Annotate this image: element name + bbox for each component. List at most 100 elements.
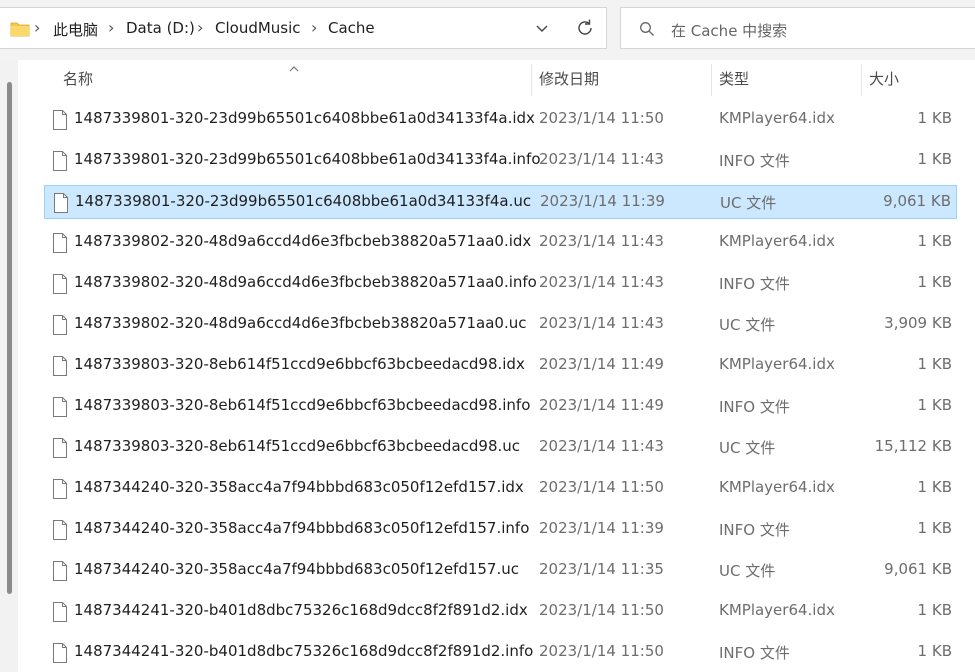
file-row[interactable]: 1487339801-320-23d99b65501c6408bbe61a0d3…: [44, 103, 957, 137]
file-name: 1487339801-320-23d99b65501c6408bbe61a0d3…: [75, 192, 532, 210]
column-header-type[interactable]: 类型: [719, 68, 749, 102]
file-modified: 2023/1/14 11:35: [539, 560, 664, 578]
column-header-size[interactable]: 大小: [869, 68, 899, 102]
file-name: 1487344240-320-358acc4a7f94bbbd683c050f1…: [74, 478, 524, 496]
file-row[interactable]: 1487344241-320-b401d8dbc75326c168d9dcc8f…: [44, 595, 957, 629]
file-name: 1487339803-320-8eb614f51ccd9e6bbcf63bcbe…: [74, 437, 521, 455]
chevron-right-icon[interactable]: ›: [108, 18, 114, 37]
file-icon: [52, 438, 68, 462]
file-icon: [52, 356, 68, 380]
file-icon: [52, 520, 68, 544]
file-row[interactable]: 1487344240-320-358acc4a7f94bbbd683c050f1…: [44, 513, 957, 547]
column-header-name[interactable]: 名称: [63, 68, 93, 102]
file-size: 1 KB: [917, 150, 952, 168]
file-row[interactable]: 1487339803-320-8eb614f51ccd9e6bbcf63bcbe…: [44, 349, 957, 383]
file-modified: 2023/1/14 11:43: [539, 437, 664, 455]
chevron-down-icon[interactable]: [534, 20, 550, 40]
file-modified: 2023/1/14 11:43: [539, 150, 664, 168]
file-size: 1 KB: [917, 396, 952, 414]
file-icon: [53, 193, 69, 217]
search-box[interactable]: 在 Cache 中搜索: [620, 7, 975, 49]
file-name: 1487339803-320-8eb614f51ccd9e6bbcf63bcbe…: [74, 396, 531, 414]
file-row[interactable]: 1487344241-320-b401d8dbc75326c168d9dcc8f…: [44, 636, 957, 670]
file-icon: [52, 643, 68, 667]
file-name: 1487344240-320-358acc4a7f94bbbd683c050f1…: [74, 519, 530, 537]
file-icon: [52, 110, 68, 134]
file-type: UC 文件: [720, 194, 777, 212]
file-size: 1 KB: [917, 642, 952, 660]
file-name: 1487339802-320-48d9a6ccd4d6e3fbcbeb38820…: [74, 232, 532, 250]
file-size: 9,061 KB: [883, 192, 951, 210]
file-modified: 2023/1/14 11:43: [539, 273, 664, 291]
chevron-right-icon[interactable]: ›: [197, 18, 203, 37]
file-type: KMPlayer64.idx: [719, 478, 835, 496]
file-type: UC 文件: [719, 439, 776, 457]
file-icon: [52, 602, 68, 626]
file-size: 1 KB: [917, 355, 952, 373]
file-size: 1 KB: [917, 232, 952, 250]
file-type: INFO 文件: [719, 398, 790, 416]
file-size: 1 KB: [917, 478, 952, 496]
chevron-right-icon[interactable]: ›: [311, 18, 317, 37]
file-row[interactable]: 1487339801-320-23d99b65501c6408bbe61a0d3…: [44, 144, 957, 178]
file-icon: [52, 233, 68, 257]
file-icon: [52, 151, 68, 175]
sort-ascending-icon: [288, 60, 300, 78]
file-type: INFO 文件: [719, 275, 790, 293]
file-name: 1487339802-320-48d9a6ccd4d6e3fbcbeb38820…: [74, 314, 527, 332]
file-size: 1 KB: [917, 273, 952, 291]
file-name: 1487344241-320-b401d8dbc75326c168d9dcc8f…: [74, 601, 528, 619]
file-row[interactable]: 1487339803-320-8eb614f51ccd9e6bbcf63bcbe…: [44, 390, 957, 424]
file-row[interactable]: 1487339802-320-48d9a6ccd4d6e3fbcbeb38820…: [44, 226, 957, 260]
column-header-modified[interactable]: 修改日期: [539, 68, 599, 102]
folder-icon: [10, 21, 30, 41]
file-row[interactable]: 1487339802-320-48d9a6ccd4d6e3fbcbeb38820…: [44, 267, 957, 301]
file-row[interactable]: 1487339802-320-48d9a6ccd4d6e3fbcbeb38820…: [44, 308, 957, 342]
search-icon: [639, 21, 655, 41]
file-list[interactable]: 名称 修改日期 类型 大小 1487339801-320-23d99b65501…: [0, 60, 975, 672]
refresh-icon[interactable]: [574, 17, 596, 43]
breadcrumb-this-pc[interactable]: 此电脑: [53, 19, 98, 40]
scrollbar-thumb[interactable]: [7, 82, 12, 594]
file-type: KMPlayer64.idx: [719, 601, 835, 619]
file-name: 1487344240-320-358acc4a7f94bbbd683c050f1…: [74, 560, 519, 578]
file-size: 1 KB: [917, 601, 952, 619]
breadcrumb-data-drive[interactable]: Data (D:): [126, 19, 195, 37]
column-divider[interactable]: [861, 64, 862, 96]
file-row[interactable]: 1487344240-320-358acc4a7f94bbbd683c050f1…: [44, 554, 957, 588]
file-modified: 2023/1/14 11:50: [539, 109, 664, 127]
file-modified: 2023/1/14 11:39: [539, 519, 664, 537]
file-size: 3,909 KB: [884, 314, 952, 332]
vertical-scrollbar[interactable]: [0, 60, 18, 672]
breadcrumb-cloudmusic[interactable]: CloudMusic: [215, 19, 301, 37]
file-size: 15,112 KB: [874, 437, 952, 455]
file-name: 1487339801-320-23d99b65501c6408bbe61a0d3…: [74, 150, 541, 168]
file-modified: 2023/1/14 11:43: [539, 232, 664, 250]
file-name: 1487339802-320-48d9a6ccd4d6e3fbcbeb38820…: [74, 273, 537, 291]
file-type: UC 文件: [719, 562, 776, 580]
file-icon: [52, 274, 68, 298]
file-type: INFO 文件: [719, 644, 790, 662]
file-modified: 2023/1/14 11:49: [539, 396, 664, 414]
file-type: INFO 文件: [719, 521, 790, 539]
file-row[interactable]: 1487339801-320-23d99b65501c6408bbe61a0d3…: [44, 185, 957, 219]
file-type: INFO 文件: [719, 152, 790, 170]
file-name: 1487339803-320-8eb614f51ccd9e6bbcf63bcbe…: [74, 355, 525, 373]
file-size: 9,061 KB: [884, 560, 952, 578]
column-divider[interactable]: [531, 64, 532, 96]
chevron-right-icon[interactable]: ›: [34, 18, 40, 37]
file-row[interactable]: 1487344240-320-358acc4a7f94bbbd683c050f1…: [44, 472, 957, 506]
file-modified: 2023/1/14 11:50: [539, 478, 664, 496]
address-bar[interactable]: › 此电脑 › Data (D:) › CloudMusic › Cache: [0, 7, 607, 49]
file-row[interactable]: 1487339803-320-8eb614f51ccd9e6bbcf63bcbe…: [44, 431, 957, 465]
file-icon: [52, 561, 68, 585]
file-type: UC 文件: [719, 316, 776, 334]
breadcrumb-cache[interactable]: Cache: [328, 19, 375, 37]
file-size: 1 KB: [917, 109, 952, 127]
file-name: 1487339801-320-23d99b65501c6408bbe61a0d3…: [74, 109, 535, 127]
search-input[interactable]: 在 Cache 中搜索: [671, 20, 787, 41]
column-divider[interactable]: [711, 64, 712, 96]
file-icon: [52, 315, 68, 339]
file-modified: 2023/1/14 11:50: [539, 642, 664, 660]
file-modified: 2023/1/14 11:43: [539, 314, 664, 332]
